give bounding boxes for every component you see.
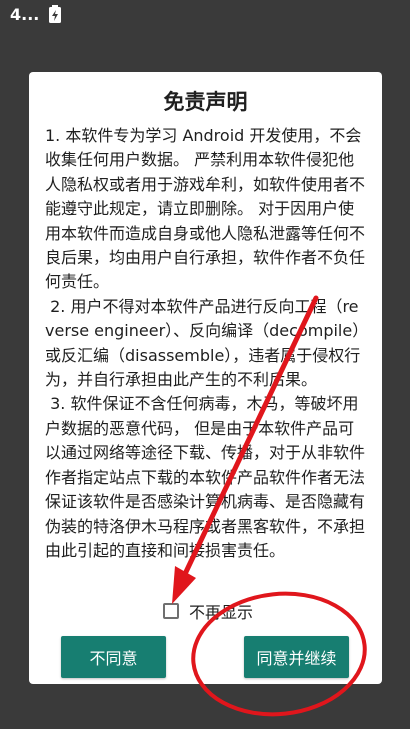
dialog-title: 免责声明: [163, 90, 248, 114]
agree-continue-button[interactable]: 同意并继续: [244, 636, 349, 678]
dont-show-again-checkbox[interactable]: [163, 603, 179, 619]
battery-charging-icon: [49, 5, 61, 23]
disclaimer-dialog: 免责声明 1. 本软件专为学习 Android 开发使用，不会收集任何用户数据。…: [29, 72, 382, 684]
status-time: 4...: [10, 5, 40, 24]
status-bar: 4...: [0, 0, 410, 30]
dont-show-again-row[interactable]: 不再显示: [163, 599, 253, 623]
disagree-button[interactable]: 不同意: [61, 636, 166, 678]
dont-show-again-label[interactable]: 不再显示: [189, 599, 253, 623]
disclaimer-text[interactable]: 1. 本软件专为学习 Android 开发使用，不会收集任何用户数据。 严禁利用…: [45, 124, 367, 650]
